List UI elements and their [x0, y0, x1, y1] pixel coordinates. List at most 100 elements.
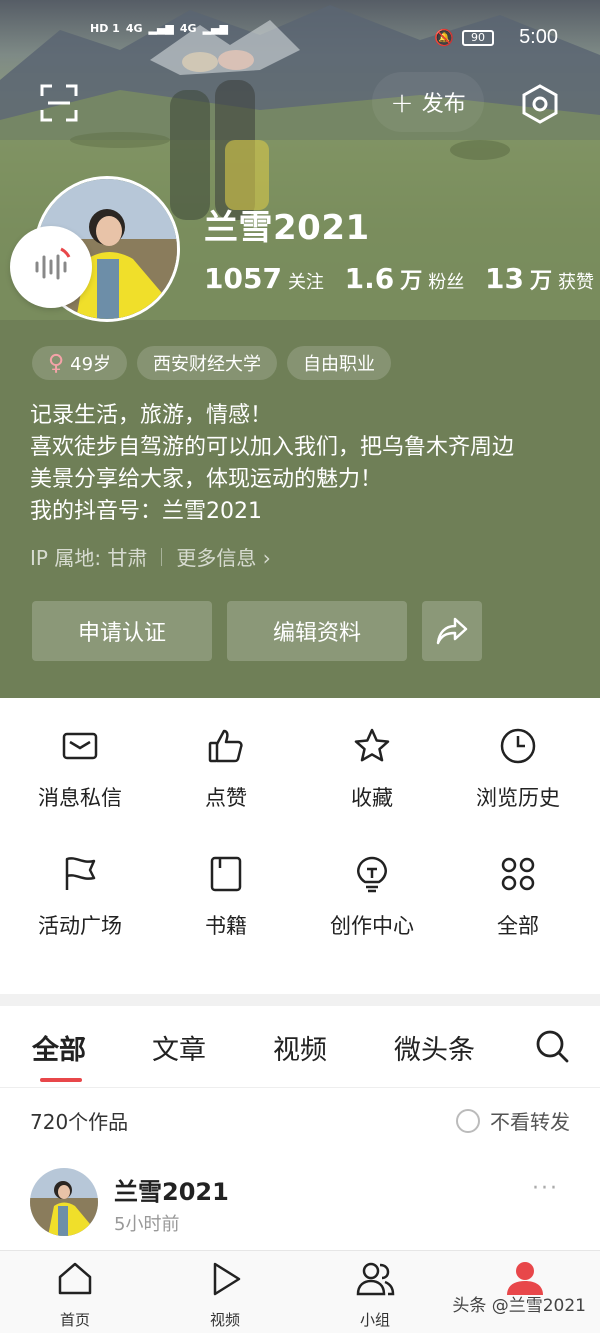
- avatar-photo-small: [30, 1168, 98, 1236]
- stat-likes[interactable]: 13 万 获赞: [485, 262, 594, 295]
- home-icon: [58, 1262, 92, 1295]
- divider: [161, 547, 163, 566]
- lightbulb-icon: [357, 856, 387, 893]
- grid-label-all: 全部: [497, 914, 539, 938]
- bio-line-2: 喜欢徒步自驾游的可以加入我们，把乌鲁木齐周边: [30, 435, 515, 460]
- more-options-icon[interactable]: ···: [532, 1176, 559, 1201]
- grid-label-favorites: 收藏: [351, 786, 393, 810]
- clock: 5:00: [519, 26, 558, 48]
- stat-following-label: 关注: [287, 272, 324, 293]
- grid-item-history[interactable]: 浏览历史: [445, 726, 591, 822]
- signal-indicators: HD 1 4G ▂▄▆ 4G ▂▄▆: [90, 22, 228, 35]
- search-icon[interactable]: [534, 1028, 570, 1064]
- tag-age: ♀ 49岁: [32, 346, 128, 380]
- sound-wave-icon: [35, 247, 71, 280]
- no-forward-toggle[interactable]: 不看转发: [456, 1106, 570, 1135]
- mute-bell-icon: 🔕: [434, 28, 454, 47]
- thumbs-up-icon: [208, 729, 243, 763]
- signal-label-3: 4G: [179, 22, 197, 35]
- clock-icon: [500, 728, 536, 764]
- grid-label-activity: 活动广场: [38, 914, 122, 938]
- grid-label-likes: 点赞: [205, 786, 247, 810]
- publish-button[interactable]: + 发布: [372, 72, 484, 132]
- tag-school: 西安财经大学: [137, 346, 278, 380]
- stat-following[interactable]: 1057 关注: [204, 262, 324, 295]
- status-bar: HD 1 4G ▂▄▆ 4G ▂▄▆ 🔕 90 5:00: [0, 18, 600, 62]
- female-icon: ♀: [48, 350, 65, 376]
- scan-icon[interactable]: [40, 84, 78, 122]
- tab-micro[interactable]: 微头条: [394, 1028, 475, 1067]
- stat-fans-label: 粉丝: [428, 272, 465, 293]
- signal-icon: ▂▄▆: [148, 22, 174, 35]
- edit-profile-button[interactable]: 编辑资料: [227, 601, 407, 661]
- more-info-link[interactable]: 更多信息 ›: [176, 542, 270, 571]
- grid-label-creator: 创作中心: [330, 914, 414, 938]
- grid-item-books[interactable]: 书籍: [153, 854, 299, 950]
- grid-label-books: 书籍: [205, 914, 247, 938]
- post-author-name[interactable]: 兰雪2021: [114, 1172, 229, 1207]
- plus-icon: +: [390, 85, 414, 119]
- profile-bio: 记录生活，旅游，情感！ 喜欢徒步自驾游的可以加入我们，把乌鲁木齐周边 美景分享给…: [30, 400, 580, 528]
- profile-actions: 申请认证 编辑资料: [32, 601, 482, 661]
- nav-video[interactable]: 视频: [185, 1259, 265, 1330]
- flag-icon: [65, 857, 96, 890]
- stat-likes-label: 获赞: [557, 272, 594, 293]
- active-tab-indicator: [40, 1078, 82, 1082]
- apply-verify-button[interactable]: 申请认证: [32, 601, 212, 661]
- voice-intro-button[interactable]: [10, 226, 92, 308]
- envelope-icon: [62, 732, 98, 760]
- tab-videos[interactable]: 视频: [273, 1028, 327, 1067]
- ip-location: IP 属地: 甘肃: [30, 546, 148, 570]
- radio-circle-icon: [456, 1108, 480, 1133]
- battery-indicator: 90: [462, 30, 494, 46]
- tag-age-label: 49岁: [70, 354, 112, 375]
- share-button[interactable]: [422, 601, 482, 661]
- grid-dots-icon: [501, 857, 535, 891]
- grid-item-all[interactable]: 全部: [445, 854, 591, 950]
- post-author-avatar[interactable]: [30, 1168, 98, 1236]
- grid-item-favorites[interactable]: 收藏: [299, 726, 445, 822]
- works-count: 720个作品: [30, 1110, 129, 1134]
- nav-home-label: 首页: [59, 1311, 90, 1329]
- ip-location-line: IP 属地: 甘肃 更多信息 ›: [30, 542, 271, 571]
- book-icon: [210, 856, 242, 892]
- bio-line-4: 我的抖音号：兰雪2021: [30, 499, 262, 524]
- post-time: 5小时前: [114, 1214, 180, 1235]
- stat-likes-number: 13: [485, 262, 524, 295]
- play-icon: [213, 1262, 241, 1296]
- grid-label-messages: 消息私信: [38, 786, 122, 810]
- nav-group[interactable]: 小组: [335, 1259, 415, 1330]
- nav-group-label: 小组: [359, 1311, 390, 1329]
- stat-following-number: 1057: [204, 262, 282, 295]
- profile-username: 兰雪2021: [204, 208, 370, 248]
- no-forward-label: 不看转发: [490, 1110, 570, 1134]
- share-arrow-icon: [436, 617, 468, 645]
- profile-header: HD 1 4G ▂▄▆ 4G ▂▄▆ 🔕 90 5:00 + 发布 兰雪2021…: [0, 0, 600, 698]
- content-tabs: 全部 文章 视频 微头条: [0, 1006, 600, 1088]
- tab-all[interactable]: 全部: [32, 1028, 86, 1067]
- signal-label-2: 4G: [125, 22, 143, 35]
- grid-item-likes[interactable]: 点赞: [153, 726, 299, 822]
- stat-fans[interactable]: 1.6 万 粉丝: [345, 262, 465, 295]
- star-icon: [354, 728, 390, 762]
- signal-icon-2: ▂▄▆: [202, 22, 228, 35]
- function-grid: 消息私信 点赞 收藏 浏览历史 活动广场 书籍 创作中心 全部: [0, 726, 600, 950]
- section-divider: [0, 994, 600, 1006]
- stat-fans-unit: 万: [400, 269, 423, 294]
- settings-hexagon-icon[interactable]: [518, 82, 562, 126]
- profile-tags: ♀ 49岁 西安财经大学 自由职业: [32, 346, 392, 380]
- more-info-label: 更多信息: [176, 546, 257, 570]
- grid-item-creator[interactable]: 创作中心: [299, 854, 445, 950]
- nav-home[interactable]: 首页: [35, 1259, 115, 1330]
- tab-articles[interactable]: 文章: [152, 1028, 206, 1067]
- nav-video-label: 视频: [209, 1311, 240, 1329]
- group-icon: [356, 1262, 395, 1296]
- signal-label-1: HD 1: [90, 22, 120, 35]
- grid-item-activity[interactable]: 活动广场: [7, 854, 153, 950]
- bio-line-3: 美景分享给大家，体现运动的魅力！: [30, 467, 383, 492]
- tag-job: 自由职业: [287, 346, 392, 380]
- grid-item-messages[interactable]: 消息私信: [7, 726, 153, 822]
- chevron-right-icon: ›: [262, 546, 271, 570]
- stat-fans-number: 1.6: [344, 262, 395, 295]
- publish-label: 发布: [421, 92, 466, 117]
